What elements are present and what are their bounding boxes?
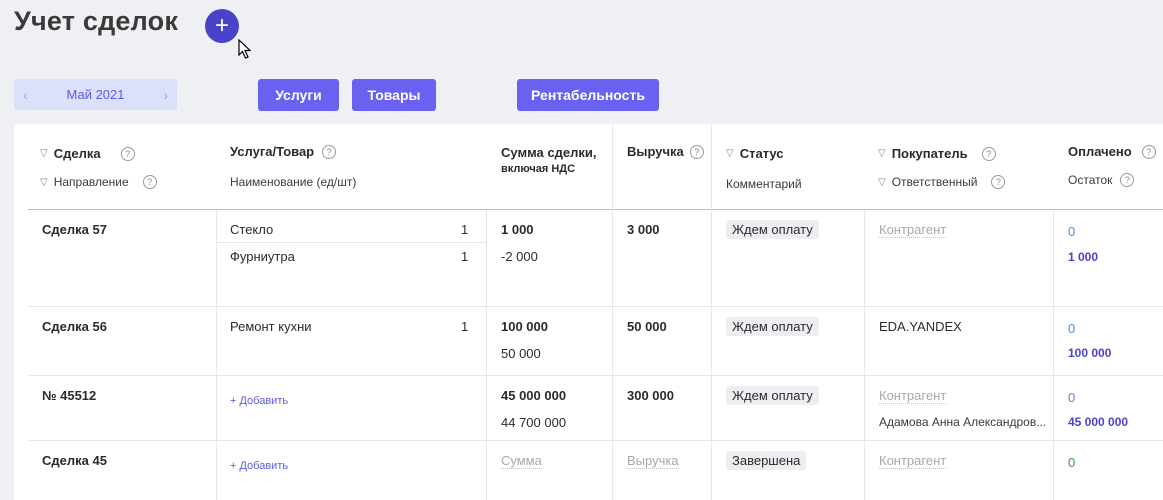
- help-icon[interactable]: ?: [142, 175, 157, 189]
- deal-sum[interactable]: 100 000: [501, 319, 548, 334]
- revenue-field[interactable]: Выручка: [627, 453, 679, 469]
- sum-field[interactable]: Сумма: [501, 453, 542, 469]
- header-revenue: Выручка ?: [627, 144, 704, 159]
- filter-icon[interactable]: ▽: [726, 148, 734, 159]
- buyer-field[interactable]: Контрагент: [879, 222, 947, 238]
- chevron-right-icon[interactable]: ›: [163, 87, 168, 103]
- services-button[interactable]: Услуги: [258, 79, 339, 111]
- help-icon[interactable]: ?: [322, 144, 337, 159]
- deal-sum[interactable]: 45 000 000: [501, 388, 566, 403]
- header-sum: Сумма сделки,: [501, 145, 597, 160]
- item-divider: [217, 242, 486, 243]
- month-picker[interactable]: ‹ Май 2021 ›: [14, 79, 177, 110]
- responsible-field[interactable]: Адамова Анна Александров...: [879, 415, 1046, 429]
- deal-sum[interactable]: 1 000: [501, 222, 534, 237]
- deal-name[interactable]: Сделка 45: [42, 453, 107, 468]
- header-divider: [28, 209, 1163, 210]
- rest-value: 1 000: [1068, 250, 1099, 264]
- item-name: Стекло: [230, 222, 274, 237]
- header-deal[interactable]: ▽ Сделка ?: [40, 146, 135, 161]
- add-item-link[interactable]: + Добавить: [230, 395, 288, 407]
- filter-icon[interactable]: ▽: [878, 177, 886, 188]
- month-label: Май 2021: [66, 87, 125, 102]
- help-icon[interactable]: ?: [1141, 144, 1156, 159]
- header-comment: Комментарий: [726, 177, 802, 191]
- deal-name[interactable]: Сделка 56: [42, 319, 107, 334]
- help-icon[interactable]: ?: [689, 144, 704, 159]
- row-divider: [28, 440, 1163, 441]
- header-paid: Оплачено ?: [1068, 144, 1156, 159]
- deal-name[interactable]: № 45512: [42, 388, 96, 403]
- paid-value[interactable]: 0: [1068, 321, 1075, 336]
- filter-icon[interactable]: ▽: [40, 148, 48, 159]
- column-divider: [612, 124, 613, 500]
- header-responsible[interactable]: ▽ Ответственный ?: [878, 175, 1006, 189]
- deal-revenue[interactable]: 50 000: [627, 319, 667, 334]
- filter-icon[interactable]: ▽: [878, 148, 886, 159]
- chevron-left-icon[interactable]: ‹: [23, 87, 28, 103]
- deal-revenue[interactable]: 300 000: [627, 388, 674, 403]
- header-status[interactable]: ▽ Статус: [726, 146, 784, 161]
- row-divider: [28, 375, 1163, 376]
- deals-table: ▽ Сделка ? ▽ Направление ? Услуга/Товар …: [14, 124, 1163, 500]
- item-name: Фурниутра: [230, 249, 295, 264]
- header-rest: Остаток ?: [1068, 173, 1135, 187]
- deal-sum-sub: -2 000: [501, 249, 538, 264]
- paid-value[interactable]: 0: [1068, 455, 1075, 470]
- buyer-field[interactable]: Контрагент: [879, 453, 947, 469]
- buyer-field[interactable]: Контрагент: [879, 388, 947, 404]
- paid-value[interactable]: 0: [1068, 224, 1075, 239]
- header-sum-vat: включая НДС: [501, 163, 576, 175]
- add-deal-button[interactable]: +: [205, 9, 239, 43]
- paid-value[interactable]: 0: [1068, 390, 1075, 405]
- header-product: Услуга/Товар ?: [230, 144, 337, 159]
- rest-value: 100 000: [1068, 346, 1112, 360]
- status-badge[interactable]: Завершена: [726, 451, 807, 470]
- column-divider: [711, 124, 712, 500]
- column-divider: [486, 210, 487, 500]
- goods-button[interactable]: Товары: [352, 79, 436, 111]
- column-divider: [864, 210, 865, 500]
- page-title: Учет сделок: [14, 6, 179, 36]
- deal-sum-sub: 44 700 000: [501, 415, 567, 430]
- status-badge[interactable]: Ждем оплату: [726, 317, 819, 336]
- help-icon[interactable]: ?: [1120, 173, 1135, 187]
- item-qty: 1: [461, 319, 469, 334]
- deal-revenue[interactable]: 3 000: [627, 222, 660, 237]
- add-item-link[interactable]: + Добавить: [230, 460, 288, 472]
- header-direction[interactable]: ▽ Направление ?: [40, 175, 157, 189]
- status-badge[interactable]: Ждем оплату: [726, 220, 819, 239]
- deal-sum-sub: 50 000: [501, 346, 541, 361]
- buyer-field[interactable]: EDA.YANDEX: [879, 319, 962, 334]
- filter-icon[interactable]: ▽: [40, 177, 48, 188]
- deal-name[interactable]: Сделка 57: [42, 222, 107, 237]
- help-icon[interactable]: ?: [981, 146, 996, 161]
- header-buyer[interactable]: ▽ Покупатель ?: [878, 146, 996, 161]
- help-icon[interactable]: ?: [120, 146, 135, 161]
- item-qty: 1: [461, 222, 469, 237]
- mouse-cursor-icon: [238, 39, 252, 59]
- item-qty: 1: [461, 249, 469, 264]
- column-divider: [1053, 210, 1054, 500]
- status-badge[interactable]: Ждем оплату: [726, 386, 819, 405]
- item-name: Ремонт кухни: [230, 319, 312, 334]
- help-icon[interactable]: ?: [991, 175, 1006, 189]
- header-product-name: Наименование (ед/шт): [230, 175, 357, 189]
- profitability-button[interactable]: Рентабельность: [517, 79, 659, 111]
- column-divider: [216, 210, 217, 500]
- rest-value: 45 000 000: [1068, 415, 1129, 429]
- row-divider: [28, 306, 1163, 307]
